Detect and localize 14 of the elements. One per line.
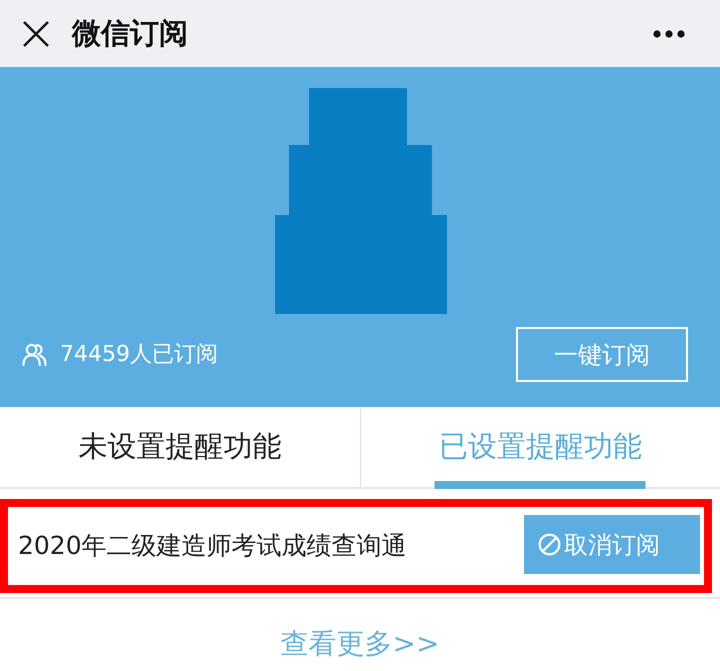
tab[interactable]: 已设置提醒功能: [360, 407, 720, 487]
view-more-link[interactable]: 查看更多>>: [280, 623, 440, 665]
more-icon: [653, 30, 685, 38]
close-icon: [22, 20, 48, 46]
tab[interactable]: 未设置提醒功能: [0, 407, 360, 487]
subscription-title: 2020年二级建造师考试成绩查询通: [18, 530, 407, 562]
users-icon: [22, 343, 47, 366]
close-button[interactable]: [22, 20, 49, 47]
unsubscribe-button[interactable]: 取消订阅: [524, 515, 700, 574]
more-button[interactable]: [652, 28, 686, 38]
subscribe-button[interactable]: 一键订阅: [516, 327, 688, 382]
ban-icon: [538, 533, 561, 556]
page-title: 微信订阅: [72, 14, 188, 52]
subscriber-count: 74459人已订阅: [60, 341, 218, 369]
